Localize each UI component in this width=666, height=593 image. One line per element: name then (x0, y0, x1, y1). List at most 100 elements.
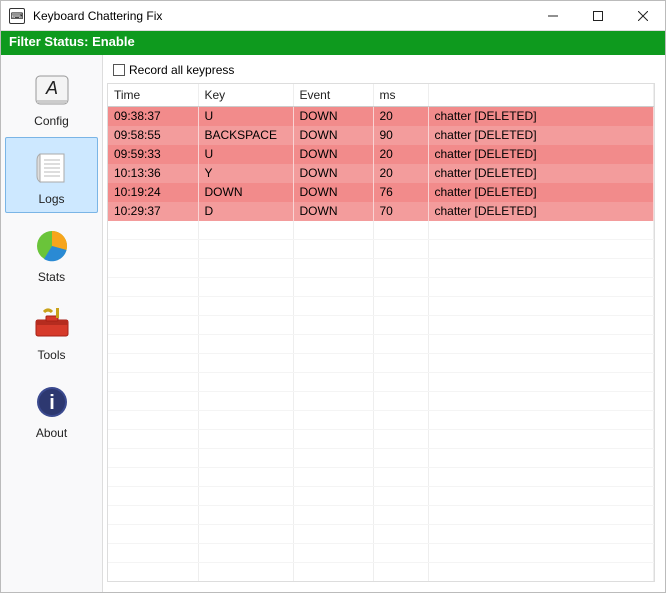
table-row[interactable]: 10:19:24DOWNDOWN76chatter [DELETED] (108, 183, 654, 202)
table-row-empty (108, 449, 654, 468)
cell-time: 10:29:37 (108, 202, 198, 221)
sidebar-item-label: Tools (37, 348, 65, 362)
cell-time: 09:58:55 (108, 126, 198, 145)
cell-event: DOWN (293, 164, 373, 183)
table-row-empty (108, 354, 654, 373)
record-all-checkbox[interactable] (113, 64, 125, 76)
record-all-row: Record all keypress (103, 55, 665, 83)
svg-text:A: A (44, 78, 57, 98)
cell-ms: 20 (373, 164, 428, 183)
log-table-scroll[interactable]: Time Key Event ms 09:38:37UDOWN20chatter… (107, 83, 655, 582)
cell-note: chatter [DELETED] (428, 126, 654, 145)
sidebar-item-stats[interactable]: Stats (5, 215, 98, 291)
cell-time: 09:38:37 (108, 107, 198, 126)
cell-key: D (198, 202, 293, 221)
cell-note: chatter [DELETED] (428, 183, 654, 202)
col-ms[interactable]: ms (373, 84, 428, 107)
table-row-empty (108, 563, 654, 582)
minimize-button[interactable] (530, 1, 575, 30)
close-button[interactable] (620, 1, 665, 30)
table-row-empty (108, 506, 654, 525)
table-row-empty (108, 297, 654, 316)
cell-key: Y (198, 164, 293, 183)
table-row-empty (108, 373, 654, 392)
config-icon: A (28, 70, 76, 110)
cell-ms: 70 (373, 202, 428, 221)
maximize-button[interactable] (575, 1, 620, 30)
table-row-empty (108, 525, 654, 544)
col-event[interactable]: Event (293, 84, 373, 107)
status-bar: Filter Status: Enable (1, 31, 665, 55)
cell-time: 10:19:24 (108, 183, 198, 202)
sidebar-item-logs[interactable]: Logs (5, 137, 98, 213)
cell-ms: 90 (373, 126, 428, 145)
table-row-empty (108, 544, 654, 563)
about-icon: i (28, 382, 76, 422)
body: A Config Logs Stats Tools (1, 55, 665, 592)
sidebar-item-config[interactable]: A Config (5, 59, 98, 135)
cell-key: U (198, 107, 293, 126)
cell-event: DOWN (293, 126, 373, 145)
cell-ms: 20 (373, 145, 428, 164)
record-all-label[interactable]: Record all keypress (129, 63, 234, 77)
log-table: Time Key Event ms 09:38:37UDOWN20chatter… (108, 84, 654, 582)
col-time[interactable]: Time (108, 84, 198, 107)
tools-icon (28, 304, 76, 344)
table-row-empty (108, 221, 654, 240)
titlebar[interactable]: ⌨ Keyboard Chattering Fix (1, 1, 665, 31)
table-row-empty (108, 259, 654, 278)
cell-note: chatter [DELETED] (428, 107, 654, 126)
cell-event: DOWN (293, 107, 373, 126)
sidebar: A Config Logs Stats Tools (1, 55, 103, 592)
cell-event: DOWN (293, 183, 373, 202)
sidebar-item-label: Config (34, 114, 69, 128)
logs-icon (28, 148, 76, 188)
window-buttons (530, 1, 665, 30)
sidebar-item-label: Stats (38, 270, 65, 284)
table-row-empty (108, 487, 654, 506)
table-row-empty (108, 278, 654, 297)
cell-event: DOWN (293, 145, 373, 164)
app-window: ⌨ Keyboard Chattering Fix Filter Status:… (0, 0, 666, 593)
cell-event: DOWN (293, 202, 373, 221)
close-icon (638, 11, 648, 21)
table-row-empty (108, 430, 654, 449)
cell-time: 10:13:36 (108, 164, 198, 183)
minimize-icon (548, 11, 558, 21)
sidebar-item-label: Logs (38, 192, 64, 206)
sidebar-item-tools[interactable]: Tools (5, 293, 98, 369)
sidebar-item-label: About (36, 426, 67, 440)
cell-note: chatter [DELETED] (428, 145, 654, 164)
col-key[interactable]: Key (198, 84, 293, 107)
log-table-body: 09:38:37UDOWN20chatter [DELETED]09:58:55… (108, 107, 654, 583)
col-note[interactable] (428, 84, 654, 107)
log-table-head: Time Key Event ms (108, 84, 654, 107)
table-row-empty (108, 411, 654, 430)
table-row[interactable]: 10:13:36YDOWN20chatter [DELETED] (108, 164, 654, 183)
content-pane: Record all keypress Time Key Event ms (103, 55, 665, 592)
cell-note: chatter [DELETED] (428, 164, 654, 183)
status-text: Filter Status: Enable (9, 34, 135, 49)
cell-note: chatter [DELETED] (428, 202, 654, 221)
cell-key: U (198, 145, 293, 164)
cell-ms: 20 (373, 107, 428, 126)
table-row-empty (108, 582, 654, 583)
table-row-empty (108, 392, 654, 411)
svg-text:i: i (49, 392, 55, 414)
cell-key: DOWN (198, 183, 293, 202)
table-row[interactable]: 10:29:37DDOWN70chatter [DELETED] (108, 202, 654, 221)
table-row-empty (108, 468, 654, 487)
cell-time: 09:59:33 (108, 145, 198, 164)
table-row[interactable]: 09:59:33UDOWN20chatter [DELETED] (108, 145, 654, 164)
table-row-empty (108, 335, 654, 354)
app-icon: ⌨ (9, 8, 25, 24)
cell-key: BACKSPACE (198, 126, 293, 145)
table-row-empty (108, 316, 654, 335)
sidebar-item-about[interactable]: i About (5, 371, 98, 447)
maximize-icon (593, 11, 603, 21)
table-row-empty (108, 240, 654, 259)
table-row[interactable]: 09:38:37UDOWN20chatter [DELETED] (108, 107, 654, 126)
table-row[interactable]: 09:58:55BACKSPACEDOWN90chatter [DELETED] (108, 126, 654, 145)
cell-ms: 76 (373, 183, 428, 202)
window-title: Keyboard Chattering Fix (33, 9, 530, 23)
